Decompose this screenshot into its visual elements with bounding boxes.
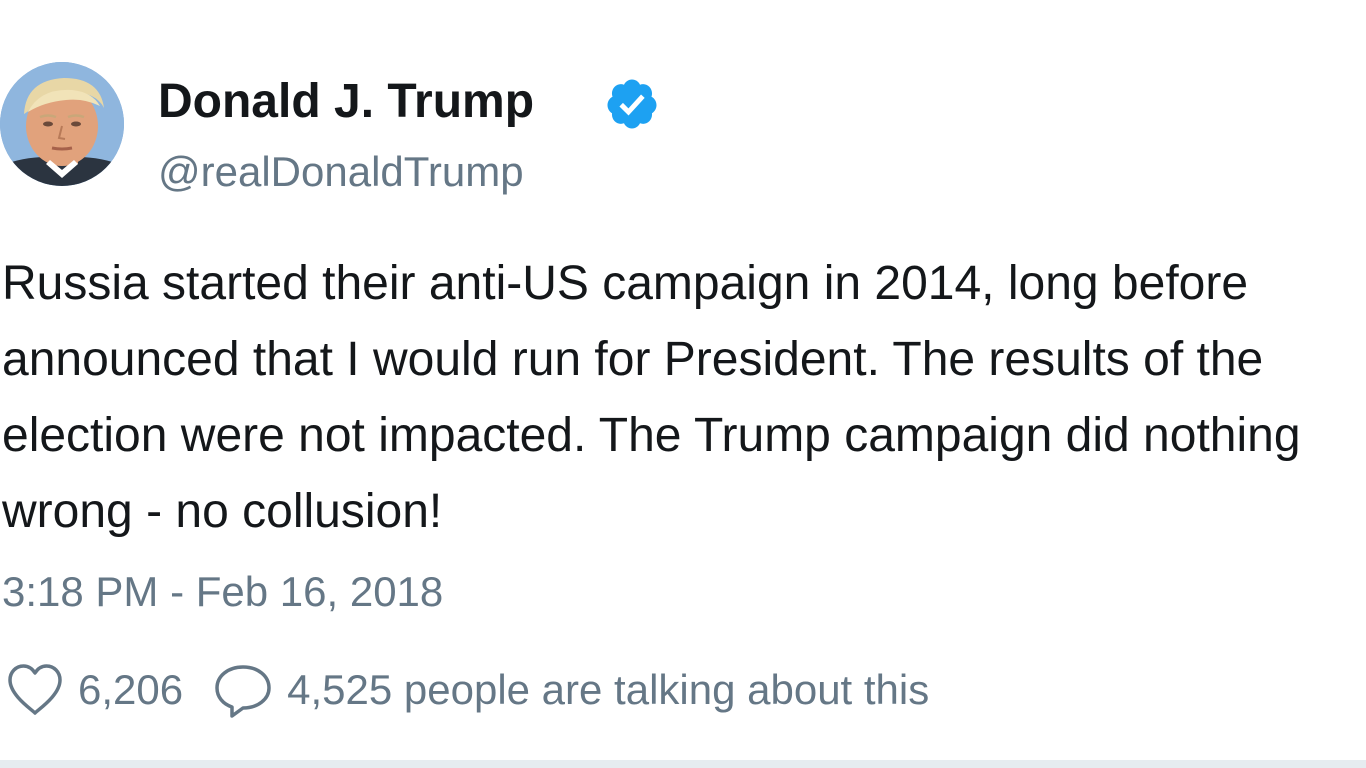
speech-bubble-icon[interactable] [213, 661, 273, 719]
like-count[interactable]: 6,206 [78, 666, 183, 714]
tweet-text-line: election were not impacted. The Trump ca… [2, 409, 1301, 462]
heart-icon[interactable] [6, 662, 64, 718]
tweet-card: Donald J. Trump @realDonaldTrump Russia … [0, 0, 1366, 768]
tweet-text-line: announced that I would run for President… [2, 333, 1264, 386]
tweet-text: Russia started their anti-US campaign in… [2, 246, 1366, 550]
author-handle[interactable]: @realDonaldTrump [158, 144, 524, 200]
tweet-text-line: Russia started their anti-US campaign in… [2, 257, 1249, 310]
avatar-photo [0, 62, 124, 186]
tweet-timestamp[interactable]: 3:18 PM - Feb 16, 2018 [2, 562, 443, 622]
tweet-actions: 6,206 4,525 people are talking about thi… [6, 658, 929, 722]
tweet-text-line: wrong - no collusion! [2, 485, 443, 538]
verified-badge-icon [607, 79, 657, 129]
avatar[interactable] [0, 62, 124, 186]
talking-about-link[interactable]: 4,525 people are talking about this [287, 666, 929, 714]
author-name[interactable]: Donald J. Trump [158, 70, 534, 134]
divider [0, 760, 1366, 768]
